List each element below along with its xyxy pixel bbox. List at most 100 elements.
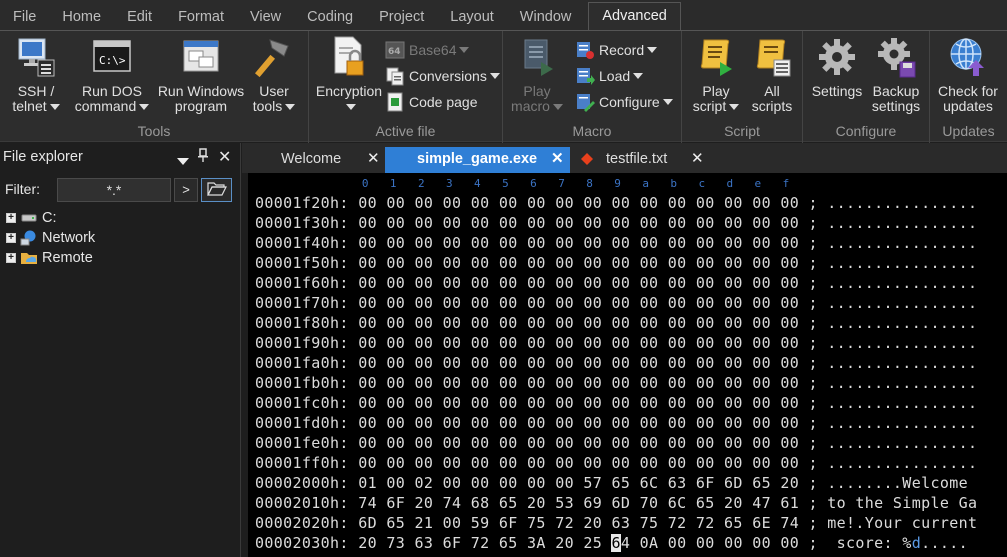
chevron-down-icon: [552, 104, 563, 111]
configure-macro-button[interactable]: Configure: [575, 91, 673, 113]
ruler-column-label: 0: [361, 177, 369, 190]
computer-icon: [6, 35, 66, 79]
hex-bytes: 74 6F 20 74 68 65 20 53 69 6D 70 6C 65 2…: [358, 494, 800, 512]
hex-row[interactable]: 00001fe0h: 00 00 00 00 00 00 00 00 00 00…: [255, 433, 977, 453]
hex-row[interactable]: 00001f20h: 00 00 00 00 00 00 00 00 00 00…: [255, 193, 977, 213]
chevron-down-icon: [49, 104, 60, 111]
configure-macro-icon: [575, 92, 595, 112]
script-group-label: Script: [724, 123, 760, 139]
close-panel-icon[interactable]: ✕: [218, 147, 231, 167]
windows-program-icon: [156, 35, 246, 79]
check-for-updates-button[interactable]: Check for updates: [932, 35, 1004, 114]
ruler-column-label: 4: [474, 177, 481, 190]
conversions-button[interactable]: Conversions: [385, 65, 500, 87]
user-tools-button[interactable]: User tools: [246, 35, 302, 114]
encryption-button[interactable]: Encryption: [313, 35, 385, 114]
hex-ascii: to the Simple Ga: [827, 494, 978, 512]
panel-menu-dropdown[interactable]: [174, 152, 189, 168]
hex-row[interactable]: 00001f50h: 00 00 00 00 00 00 00 00 00 00…: [255, 253, 977, 273]
hex-editor[interactable]: 0 1 2 3 4 5 6 7 8 9 a b c d e f 00001f20h: 00 00 00 00 …: [248, 173, 1007, 557]
ruler-column-label: e: [754, 177, 762, 190]
menu-tab-view[interactable]: View: [237, 0, 294, 32]
close-tab-icon[interactable]: ✕: [691, 147, 704, 171]
hex-row[interactable]: 00001fb0h: 00 00 00 00 00 00 00 00 00 00…: [255, 373, 977, 393]
hex-bytes: 00 00 00 00 00 00 00 00 00 00 00 00 00 0…: [358, 254, 800, 272]
updates-group-label: Updates: [942, 123, 995, 139]
hex-ascii: score: %: [827, 534, 912, 552]
menu-tab-advanced[interactable]: Advanced: [588, 2, 681, 32]
play-script-button[interactable]: Play script: [686, 35, 746, 114]
filter-input[interactable]: [57, 178, 171, 202]
hex-address: 00001f40h:: [255, 234, 349, 252]
hex-bytes: 01 00 02 00 00 00 00 00 57 65 6C 63 6F 6…: [358, 474, 800, 492]
hex-row[interactable]: 00001f30h: 00 00 00 00 00 00 00 00 00 00…: [255, 213, 977, 233]
settings-label: Settings: [811, 83, 863, 99]
check-updates-label-1: Check for: [938, 83, 998, 99]
menu-tab-file[interactable]: File: [0, 0, 49, 32]
chevron-down-icon: [633, 73, 644, 79]
filter-go-button[interactable]: >: [174, 178, 198, 202]
menu-tab-home[interactable]: Home: [49, 0, 114, 32]
tab-testfile-txt[interactable]: testfile.txt ✕: [576, 147, 716, 173]
hex-address: 00001fc0h:: [255, 394, 349, 412]
hex-row[interactable]: 00001fd0h: 00 00 00 00 00 00 00 00 00 00…: [255, 413, 977, 433]
ruler-column-label: a: [642, 177, 649, 190]
hex-row[interactable]: 00001fc0h: 00 00 00 00 00 00 00 00 00 00…: [255, 393, 977, 413]
all-scripts-button[interactable]: All scripts: [746, 35, 798, 114]
menu-tab-layout[interactable]: Layout: [437, 0, 507, 32]
ssh-telnet-button[interactable]: SSH / telnet: [6, 35, 66, 114]
tree-item-remote[interactable]: + Remote: [6, 248, 93, 268]
remote-folder-icon: [20, 250, 38, 266]
hex-row[interactable]: 00001f40h: 00 00 00 00 00 00 00 00 00 00…: [255, 233, 977, 253]
menu-tab-coding[interactable]: Coding: [294, 0, 366, 32]
hex-row[interactable]: 00002010h: 74 6F 20 74 68 65 20 53 69 6D…: [255, 493, 977, 513]
base64-button[interactable]: 64 Base64: [385, 39, 470, 61]
hex-row[interactable]: 00002020h: 6D 65 21 00 59 6F 75 72 20 63…: [255, 513, 977, 533]
pin-icon[interactable]: [198, 148, 208, 165]
menu-tab-project[interactable]: Project: [366, 0, 437, 32]
expand-icon[interactable]: +: [6, 213, 16, 223]
close-tab-icon[interactable]: ✕: [551, 147, 564, 171]
hex-row[interactable]: 00001f70h: 00 00 00 00 00 00 00 00 00 00…: [255, 293, 977, 313]
backup-settings-button[interactable]: Backup settings: [867, 35, 925, 114]
hex-row[interactable]: 00001f90h: 00 00 00 00 00 00 00 00 00 00…: [255, 333, 977, 353]
win-label-1: Run Windows: [157, 83, 245, 99]
all-scripts-label-2: scripts: [751, 98, 793, 114]
expand-icon[interactable]: +: [6, 253, 16, 263]
hex-row[interactable]: 00002000h: 01 00 02 00 00 00 00 00 57 65…: [255, 473, 977, 493]
hex-row[interactable]: 00001ff0h: 00 00 00 00 00 00 00 00 00 00…: [255, 453, 977, 473]
macro-group: Play macro Record Load Configure Macro: [503, 31, 682, 143]
tree-item-c-drive[interactable]: + C:: [6, 208, 57, 228]
menu-tab-format[interactable]: Format: [165, 0, 237, 32]
record-button[interactable]: Record: [575, 39, 658, 61]
menu-tab-edit[interactable]: Edit: [114, 0, 165, 32]
load-button[interactable]: Load: [575, 65, 644, 87]
hex-row[interactable]: 00001f80h: 00 00 00 00 00 00 00 00 00 00…: [255, 313, 977, 333]
script-group: Play script All scripts Script: [682, 31, 803, 143]
expand-icon[interactable]: +: [6, 233, 16, 243]
hex-row[interactable]: 00002030h: 20 73 63 6F 72 65 3A 20 25 64…: [255, 533, 968, 553]
browse-folder-button[interactable]: [201, 178, 232, 202]
updates-group: Check for updates Updates: [930, 31, 1007, 143]
hex-address: 00002030h:: [255, 534, 349, 552]
run-dos-command-button[interactable]: C:\> Run DOS command: [72, 35, 152, 114]
tab-label: simple_game.exe: [417, 151, 538, 167]
active-file-group-label: Active file: [375, 123, 436, 139]
tab-simple-game-exe[interactable]: simple_game.exe ✕: [385, 147, 570, 173]
play-macro-button[interactable]: Play macro: [507, 35, 567, 114]
close-tab-icon[interactable]: ✕: [367, 147, 380, 171]
tab-welcome[interactable]: Welcome ✕: [248, 147, 380, 173]
hex-row[interactable]: 00001fa0h: 00 00 00 00 00 00 00 00 00 00…: [255, 353, 977, 373]
tree-label: Remote: [42, 250, 93, 266]
hex-row[interactable]: 00001f60h: 00 00 00 00 00 00 00 00 00 00…: [255, 273, 977, 293]
hex-bytes: 00 00 00 00 00 00 00 00 00 00 00 00 00 0…: [358, 434, 800, 452]
run-windows-program-button[interactable]: Run Windows program: [156, 35, 246, 114]
code-page-button[interactable]: Code page: [385, 91, 478, 113]
ssh-label-1: SSH /: [17, 83, 55, 99]
ssh-label-2: telnet: [12, 98, 47, 114]
chevron-down-icon: [662, 99, 673, 105]
menu-tab-window[interactable]: Window: [507, 0, 585, 32]
hex-ascii: ................: [827, 354, 978, 372]
tree-item-network[interactable]: + Network: [6, 228, 95, 248]
settings-button[interactable]: Settings: [807, 35, 867, 99]
